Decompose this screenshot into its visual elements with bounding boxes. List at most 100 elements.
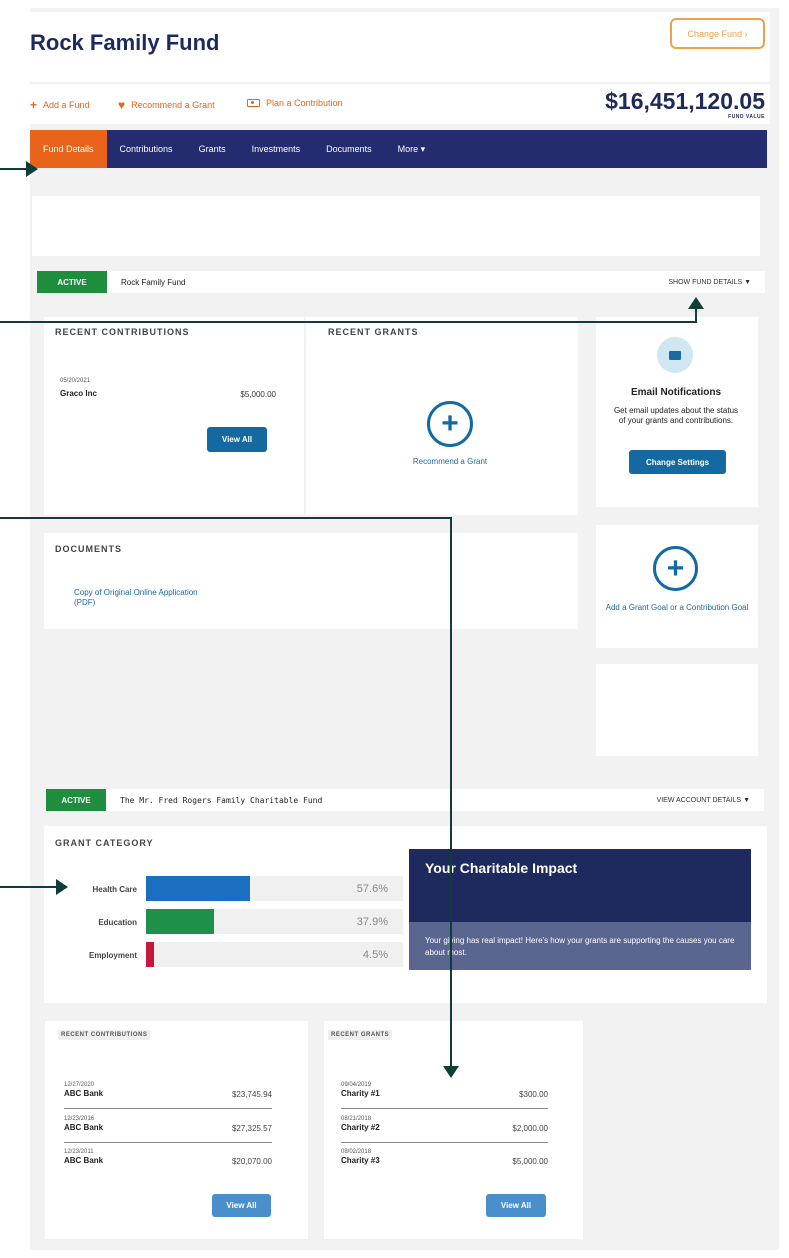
row-name: ABC Bank xyxy=(64,1123,104,1132)
page-title: Rock Family Fund xyxy=(30,30,220,55)
tab-grants[interactable]: Grants xyxy=(186,130,239,168)
money-icon xyxy=(247,99,260,107)
documents-card xyxy=(44,533,578,629)
documents-heading: DOCUMENTS xyxy=(55,544,122,554)
show-fund-details-toggle[interactable]: SHOW FUND DETAILS ▼ xyxy=(668,279,751,286)
row-amount: $2,000.00 xyxy=(512,1124,548,1133)
tab-investments[interactable]: Investments xyxy=(239,130,314,168)
main-nav: Fund Details Contributions Grants Invest… xyxy=(30,130,767,168)
tab-documents[interactable]: Documents xyxy=(313,130,385,168)
category-bar xyxy=(146,876,250,901)
add-circle-icon[interactable]: + xyxy=(427,401,473,447)
bottom-grants-view-all[interactable]: View All xyxy=(486,1194,546,1217)
annotation-line xyxy=(0,517,452,519)
annotation-line xyxy=(0,321,697,323)
add-goal-action[interactable]: Add a Grant Goal or a Contribution Goal xyxy=(604,603,750,613)
account-status-bar: ACTIVE The Mr. Fred Rogers Family Charit… xyxy=(46,789,764,811)
recent-contributions-card xyxy=(44,317,304,515)
tab-more[interactable]: More ▾ xyxy=(385,130,439,168)
recommend-grant-action[interactable]: Recommend a Grant xyxy=(380,457,520,466)
row-name: Charity #3 xyxy=(341,1156,380,1165)
annotation-line xyxy=(0,168,28,170)
row-amount: $5,000.00 xyxy=(512,1157,548,1166)
caret-down-icon: ▼ xyxy=(744,278,751,286)
email-notifications-title: Email Notifications xyxy=(630,387,721,398)
blank-panel xyxy=(32,196,760,256)
row-divider xyxy=(64,1108,272,1109)
recommend-grant-label: Recommend a Grant xyxy=(131,100,215,110)
category-label: Education xyxy=(98,918,137,927)
contribution-name: Graco Inc xyxy=(60,389,97,398)
tab-contributions[interactable]: Contributions xyxy=(107,130,186,168)
fund-value-label: FUND VALUE xyxy=(728,114,765,120)
view-account-details-toggle[interactable]: VIEW ACCOUNT DETAILS ▼ xyxy=(657,797,750,804)
tab-fund-details[interactable]: Fund Details xyxy=(30,130,107,168)
envelope-icon xyxy=(657,337,693,373)
annotation-arrowhead xyxy=(688,297,704,309)
add-fund-link[interactable]: + Add a Fund xyxy=(30,98,90,112)
row-divider xyxy=(341,1108,548,1109)
annotation-line xyxy=(0,886,58,888)
bottom-grants-heading: RECENT GRANTS xyxy=(328,1030,393,1040)
bottom-contributions-view-all[interactable]: View All xyxy=(212,1194,271,1217)
row-amount: $20,070.00 xyxy=(231,1157,272,1166)
show-fund-details-label: SHOW FUND DETAILS xyxy=(668,278,743,286)
row-amount: $23,745.94 xyxy=(231,1090,272,1099)
email-notifications-text: Get email updates about the status of yo… xyxy=(613,406,739,425)
row-amount: $27,325.57 xyxy=(231,1124,272,1133)
contribution-date: 05/20/2021 xyxy=(60,378,91,384)
row-name: ABC Bank xyxy=(64,1089,104,1098)
caret-down-icon: ▼ xyxy=(743,796,750,804)
row-amount: $300.00 xyxy=(519,1090,548,1099)
impact-title: Your Charitable Impact xyxy=(425,860,578,876)
annotation-arrowhead xyxy=(443,1066,459,1078)
recommend-grant-link[interactable]: ♥ Recommend a Grant xyxy=(118,98,215,112)
row-divider xyxy=(341,1142,548,1143)
add-fund-label: Add a Fund xyxy=(43,100,90,110)
change-fund-button[interactable]: Change Fund › xyxy=(670,18,765,49)
category-label: Employment xyxy=(88,951,137,960)
row-name: ABC Bank xyxy=(64,1156,104,1165)
row-date: 08/21/2018 xyxy=(341,1116,372,1122)
add-goal-icon[interactable]: + xyxy=(653,546,698,591)
account-status-badge: ACTIVE xyxy=(46,789,106,811)
fund-value: $16,451,120.05 xyxy=(605,88,765,114)
plan-contribution-link[interactable]: Plan a Contribution xyxy=(247,98,343,108)
contribution-amount: $5,000.00 xyxy=(240,390,276,399)
category-bar xyxy=(146,909,215,934)
empty-card xyxy=(596,664,758,756)
category-label: Health Care xyxy=(92,885,137,894)
row-divider xyxy=(64,1142,272,1143)
bottom-contributions-heading: RECENT CONTRIBUTIONS xyxy=(58,1030,151,1040)
row-date: 08/02/2018 xyxy=(341,1149,372,1155)
row-date: 12/27/2020 xyxy=(64,1082,95,1088)
plus-icon: + xyxy=(30,98,38,112)
annotation-line xyxy=(695,307,697,323)
account-name: The Mr. Fred Rogers Family Charitable Fu… xyxy=(120,795,323,805)
fund-status-bar: ACTIVE Rock Family Fund SHOW FUND DETAIL… xyxy=(37,271,765,293)
fund-name: Rock Family Fund xyxy=(121,277,186,287)
heart-icon: ♥ xyxy=(118,98,126,112)
annotation-arrowhead xyxy=(56,879,68,895)
grant-category-heading: GRANT CATEGORY xyxy=(55,838,154,848)
change-settings-button[interactable]: Change Settings xyxy=(629,450,726,474)
category-percent: 57.6% xyxy=(356,883,388,895)
view-account-details-label: VIEW ACCOUNT DETAILS xyxy=(656,796,742,804)
annotation-arrowhead xyxy=(26,161,38,177)
row-name: Charity #1 xyxy=(341,1089,380,1098)
row-date: 12/23/2011 xyxy=(64,1149,94,1155)
recent-grants-heading: RECENT GRANTS xyxy=(328,327,419,337)
annotation-line xyxy=(450,517,452,1068)
impact-text: Your giving has real impact! Here's how … xyxy=(425,936,735,957)
plan-contribution-label: Plan a Contribution xyxy=(266,98,343,108)
row-date: 09/04/2019 xyxy=(341,1082,372,1088)
row-name: Charity #2 xyxy=(341,1123,380,1132)
category-percent: 37.9% xyxy=(356,916,388,928)
status-badge: ACTIVE xyxy=(37,271,107,293)
category-bar xyxy=(146,942,155,967)
row-date: 12/23/2016 xyxy=(64,1116,95,1122)
document-link[interactable]: Copy of Original Online Application (PDF… xyxy=(74,588,214,608)
category-percent: 4.5% xyxy=(362,949,388,961)
recent-contributions-heading: RECENT CONTRIBUTIONS xyxy=(55,327,190,337)
view-all-contributions-button[interactable]: View All xyxy=(207,427,267,452)
